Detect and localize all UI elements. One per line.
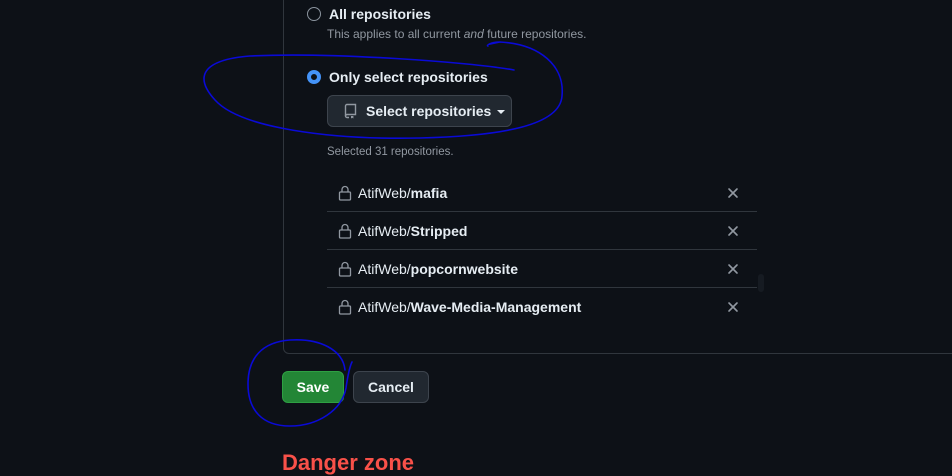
save-button[interactable]: Save [282, 371, 344, 403]
all-repositories-radio[interactable] [307, 7, 321, 21]
close-icon[interactable] [726, 186, 740, 200]
lock-icon [338, 185, 352, 201]
selected-repositories-list: AtifWeb/mafia AtifWeb/Stripped AtifWeb/p… [327, 174, 757, 326]
settings-page: All repositories This applies to all cur… [0, 0, 952, 476]
select-repositories-label: Select repositories [366, 103, 492, 119]
repository-name: AtifWeb/mafia [358, 184, 448, 201]
only-select-repositories-label: Only select repositories [329, 69, 488, 85]
cancel-button[interactable]: Cancel [353, 371, 429, 403]
lock-icon [338, 261, 352, 277]
list-scrollbar[interactable] [758, 274, 764, 292]
all-repositories-description: This applies to all current and future r… [327, 27, 587, 41]
all-repositories-option[interactable]: All repositories [307, 6, 431, 22]
select-repositories-button[interactable]: Select repositories [327, 95, 512, 127]
chevron-down-icon [497, 110, 506, 114]
repository-name: AtifWeb/Wave-Media-Management [358, 299, 582, 315]
repository-name: AtifWeb/Stripped [358, 222, 468, 239]
lock-icon [338, 299, 352, 315]
only-select-repositories-option[interactable]: Only select repositories [307, 69, 488, 85]
repository-row: AtifWeb/popcornwebsite [327, 250, 757, 288]
only-select-repositories-radio[interactable] [307, 70, 321, 84]
danger-zone-heading: Danger zone [282, 450, 415, 475]
all-repositories-label: All repositories [329, 6, 431, 22]
repository-name: AtifWeb/popcornwebsite [358, 260, 519, 277]
selected-count-text: Selected 31 repositories. [327, 146, 454, 158]
lock-icon [338, 223, 352, 239]
repo-icon [344, 103, 357, 119]
repository-row: AtifWeb/Stripped [327, 212, 757, 250]
close-icon[interactable] [726, 224, 740, 238]
repository-row: AtifWeb/Wave-Media-Management [327, 288, 757, 326]
close-icon[interactable] [726, 262, 740, 276]
repository-row: AtifWeb/mafia [327, 174, 757, 212]
close-icon[interactable] [726, 300, 740, 314]
